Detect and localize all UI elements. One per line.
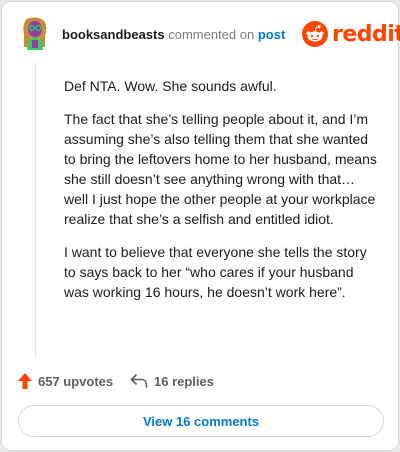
upvote-button[interactable]: 657 upvotes [18,371,113,391]
reply-arrow-icon [130,374,148,388]
comment-paragraph: I want to believe that everyone she tell… [64,244,367,300]
comment-header: booksandbeasts commented on post reddit [18,16,400,52]
reddit-logo[interactable]: reddit [302,20,400,48]
view-comments-button[interactable]: View 16 comments [18,405,384,437]
avatar[interactable] [18,16,52,50]
comment-card: booksandbeasts commented on post reddit … [1,1,400,451]
upvote-arrow-icon [18,373,32,389]
post-link[interactable]: post [258,27,285,42]
comment-paragraph: Def NTA. Wow. She sounds awful. [64,78,277,94]
comment-meta: booksandbeasts commented on post [62,27,285,42]
thread-line [35,62,36,358]
avatar-icon [23,17,47,50]
upvote-count: 657 upvotes [38,373,114,389]
comment-body: Def NTA. Wow. She sounds awful. The fact… [64,76,382,315]
reddit-wordmark: reddit [332,22,400,47]
reply-count: 16 replies [154,373,214,389]
replies-button[interactable]: 16 replies [130,371,214,391]
commented-on-text: commented on [168,27,255,42]
comment-paragraph: The fact that she’s telling people about… [64,111,377,227]
reddit-snoo-icon [302,21,328,47]
username-link[interactable]: booksandbeasts [62,27,165,42]
